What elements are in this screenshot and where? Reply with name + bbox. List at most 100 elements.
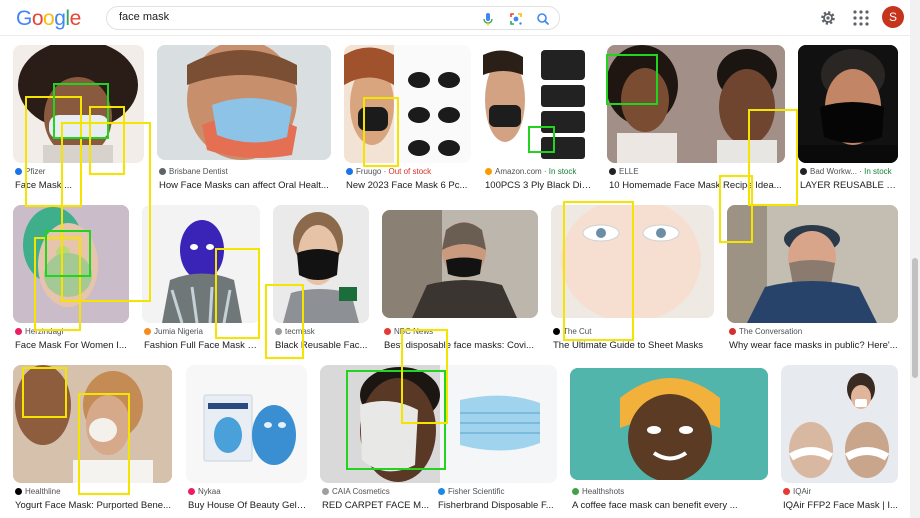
result-title[interactable]: How Face Masks can affect Oral Healt...: [159, 180, 331, 191]
image-result[interactable]: ELLE 10 Homemade Face Mask Recipe Idea..…: [607, 45, 785, 195]
result-title[interactable]: IQAir FFP2 Face Mask | I...: [783, 500, 898, 511]
result-source[interactable]: Healthline: [15, 487, 172, 496]
source-favicon: [800, 168, 807, 175]
result-source[interactable]: Nykaa: [188, 487, 307, 496]
result-title[interactable]: 100PCS 3 Ply Black Dis...: [485, 180, 594, 191]
result-title[interactable]: LAYER REUSABLE H...: [800, 180, 898, 191]
result-title[interactable]: Fashion Full Face Mask F...: [144, 340, 260, 351]
avatar[interactable]: S: [882, 6, 904, 28]
result-source[interactable]: tecmask: [275, 327, 369, 336]
source-favicon: [384, 328, 391, 335]
source-favicon: [346, 168, 353, 175]
result-source[interactable]: Healthshots: [572, 487, 768, 496]
result-title[interactable]: The Ultimate Guide to Sheet Masks: [553, 340, 714, 351]
image-result[interactable]: Amazon.com · In stock 100PCS 3 Ply Black…: [483, 45, 594, 195]
source-favicon: [553, 328, 560, 335]
result-title[interactable]: RED CARPET FACE M...: [322, 500, 439, 511]
result-thumbnail[interactable]: [570, 368, 768, 480]
source-favicon: [188, 488, 195, 495]
logo-letter: e: [69, 7, 82, 30]
source-favicon: [159, 168, 166, 175]
image-result[interactable]: Bad Workw... · In stock LAYER REUSABLE H…: [798, 45, 898, 195]
result-thumbnail[interactable]: [273, 205, 369, 323]
scroll-thumb[interactable]: [912, 258, 918, 378]
result-source[interactable]: Fruugo · Out of stock: [346, 167, 471, 176]
result-thumbnail[interactable]: [781, 365, 898, 483]
source-favicon: [144, 328, 151, 335]
search-input[interactable]: face mask: [119, 11, 169, 23]
result-source[interactable]: IQAir: [783, 487, 898, 496]
result-thumbnail[interactable]: [798, 45, 898, 163]
source-favicon: [15, 328, 22, 335]
gear-icon[interactable]: [818, 8, 838, 28]
result-thumbnail[interactable]: [344, 45, 471, 163]
apps-icon[interactable]: [851, 8, 871, 28]
result-thumbnail[interactable]: [607, 45, 785, 163]
result-title[interactable]: A coffee face mask can benefit every ...: [572, 500, 768, 511]
result-source[interactable]: Jumia Nigeria: [144, 327, 260, 336]
stock-status: In stock: [548, 167, 577, 176]
image-result[interactable]: Jumia Nigeria Fashion Full Face Mask F..…: [142, 205, 260, 355]
result-title[interactable]: Fisherbrand Disposable F...: [438, 500, 557, 511]
result-title[interactable]: Black Reusable Fac...: [275, 340, 369, 351]
result-title[interactable]: Best disposable face masks: Covi...: [384, 340, 538, 351]
logo-letter: G: [16, 7, 32, 30]
result-source[interactable]: Brisbane Dentist: [159, 167, 331, 176]
result-thumbnail[interactable]: [551, 205, 714, 318]
result-title[interactable]: Face Mask For Women I...: [15, 340, 129, 351]
google-logo[interactable]: Google: [16, 7, 81, 31]
result-thumbnail[interactable]: [727, 205, 898, 323]
scrollbar[interactable]: [910, 0, 920, 518]
image-result[interactable]: Healthshots A coffee face mask can benef…: [570, 368, 768, 515]
result-source[interactable]: CAIA Cosmetics: [322, 487, 439, 496]
result-title[interactable]: Face Mask ...: [15, 180, 144, 191]
result-thumbnail[interactable]: [13, 45, 144, 163]
search-box[interactable]: face mask: [106, 6, 560, 30]
result-source[interactable]: The Cut: [553, 327, 714, 336]
result-source[interactable]: Fisher Scientific: [438, 487, 557, 496]
image-result[interactable]: The Conversation Why wear face masks in …: [727, 205, 898, 355]
result-source[interactable]: The Conversation: [729, 327, 898, 336]
image-result[interactable]: NBC News Best disposable face masks: Cov…: [382, 210, 538, 355]
image-result[interactable]: Pfizer Face Mask ...: [13, 45, 144, 195]
source-favicon: [572, 488, 579, 495]
result-thumbnail[interactable]: [483, 45, 594, 163]
result-thumbnail[interactable]: [186, 365, 307, 483]
image-result[interactable]: Fruugo · Out of stock New 2023 Face Mask…: [344, 45, 471, 195]
result-source[interactable]: NBC News: [384, 327, 538, 336]
result-source[interactable]: Amazon.com · In stock: [485, 167, 594, 176]
source-favicon: [609, 168, 616, 175]
source-favicon: [729, 328, 736, 335]
result-source[interactable]: Herzindagi: [15, 327, 129, 336]
stock-status: Out of stock: [388, 167, 432, 176]
image-result[interactable]: Herzindagi Face Mask For Women I...: [13, 205, 129, 355]
result-title[interactable]: Yogurt Face Mask: Purported Bene...: [15, 500, 172, 511]
image-result[interactable]: IQAir IQAir FFP2 Face Mask | I...: [781, 365, 898, 515]
search-icon[interactable]: [535, 11, 551, 27]
logo-letter: o: [31, 7, 44, 30]
image-result[interactable]: The Cut The Ultimate Guide to Sheet Mask…: [551, 205, 714, 355]
result-source[interactable]: ELLE: [609, 167, 785, 176]
image-result[interactable]: Healthline Yogurt Face Mask: Purported B…: [13, 365, 172, 515]
result-title[interactable]: 10 Homemade Face Mask Recipe Idea...: [609, 180, 785, 191]
stock-status: In stock: [864, 167, 892, 176]
source-favicon: [15, 488, 22, 495]
result-thumbnail[interactable]: [157, 45, 331, 160]
result-thumbnail[interactable]: [13, 205, 129, 323]
result-thumbnail[interactable]: [382, 210, 538, 318]
image-result[interactable]: Brisbane Dentist How Face Masks can affe…: [157, 45, 331, 195]
mic-icon[interactable]: [480, 11, 496, 27]
result-title[interactable]: Buy House Of Beauty Gel ...: [188, 500, 307, 511]
image-result[interactable]: Fisher Scientific Fisherbrand Disposable…: [436, 365, 557, 515]
logo-letter: g: [54, 7, 66, 30]
result-source[interactable]: Bad Workw... · In stock: [800, 167, 898, 176]
image-result[interactable]: Nykaa Buy House Of Beauty Gel ...: [186, 365, 307, 515]
result-source[interactable]: Pfizer: [15, 167, 144, 176]
result-title[interactable]: Why wear face masks in public? Here'...: [729, 340, 898, 351]
result-title[interactable]: New 2023 Face Mask 6 Pc...: [346, 180, 471, 191]
image-result[interactable]: tecmask Black Reusable Fac...: [273, 205, 369, 355]
result-thumbnail[interactable]: [13, 365, 172, 483]
lens-icon[interactable]: [508, 11, 524, 27]
result-thumbnail[interactable]: [142, 205, 260, 323]
header-bar: Google face mask S: [0, 0, 910, 36]
